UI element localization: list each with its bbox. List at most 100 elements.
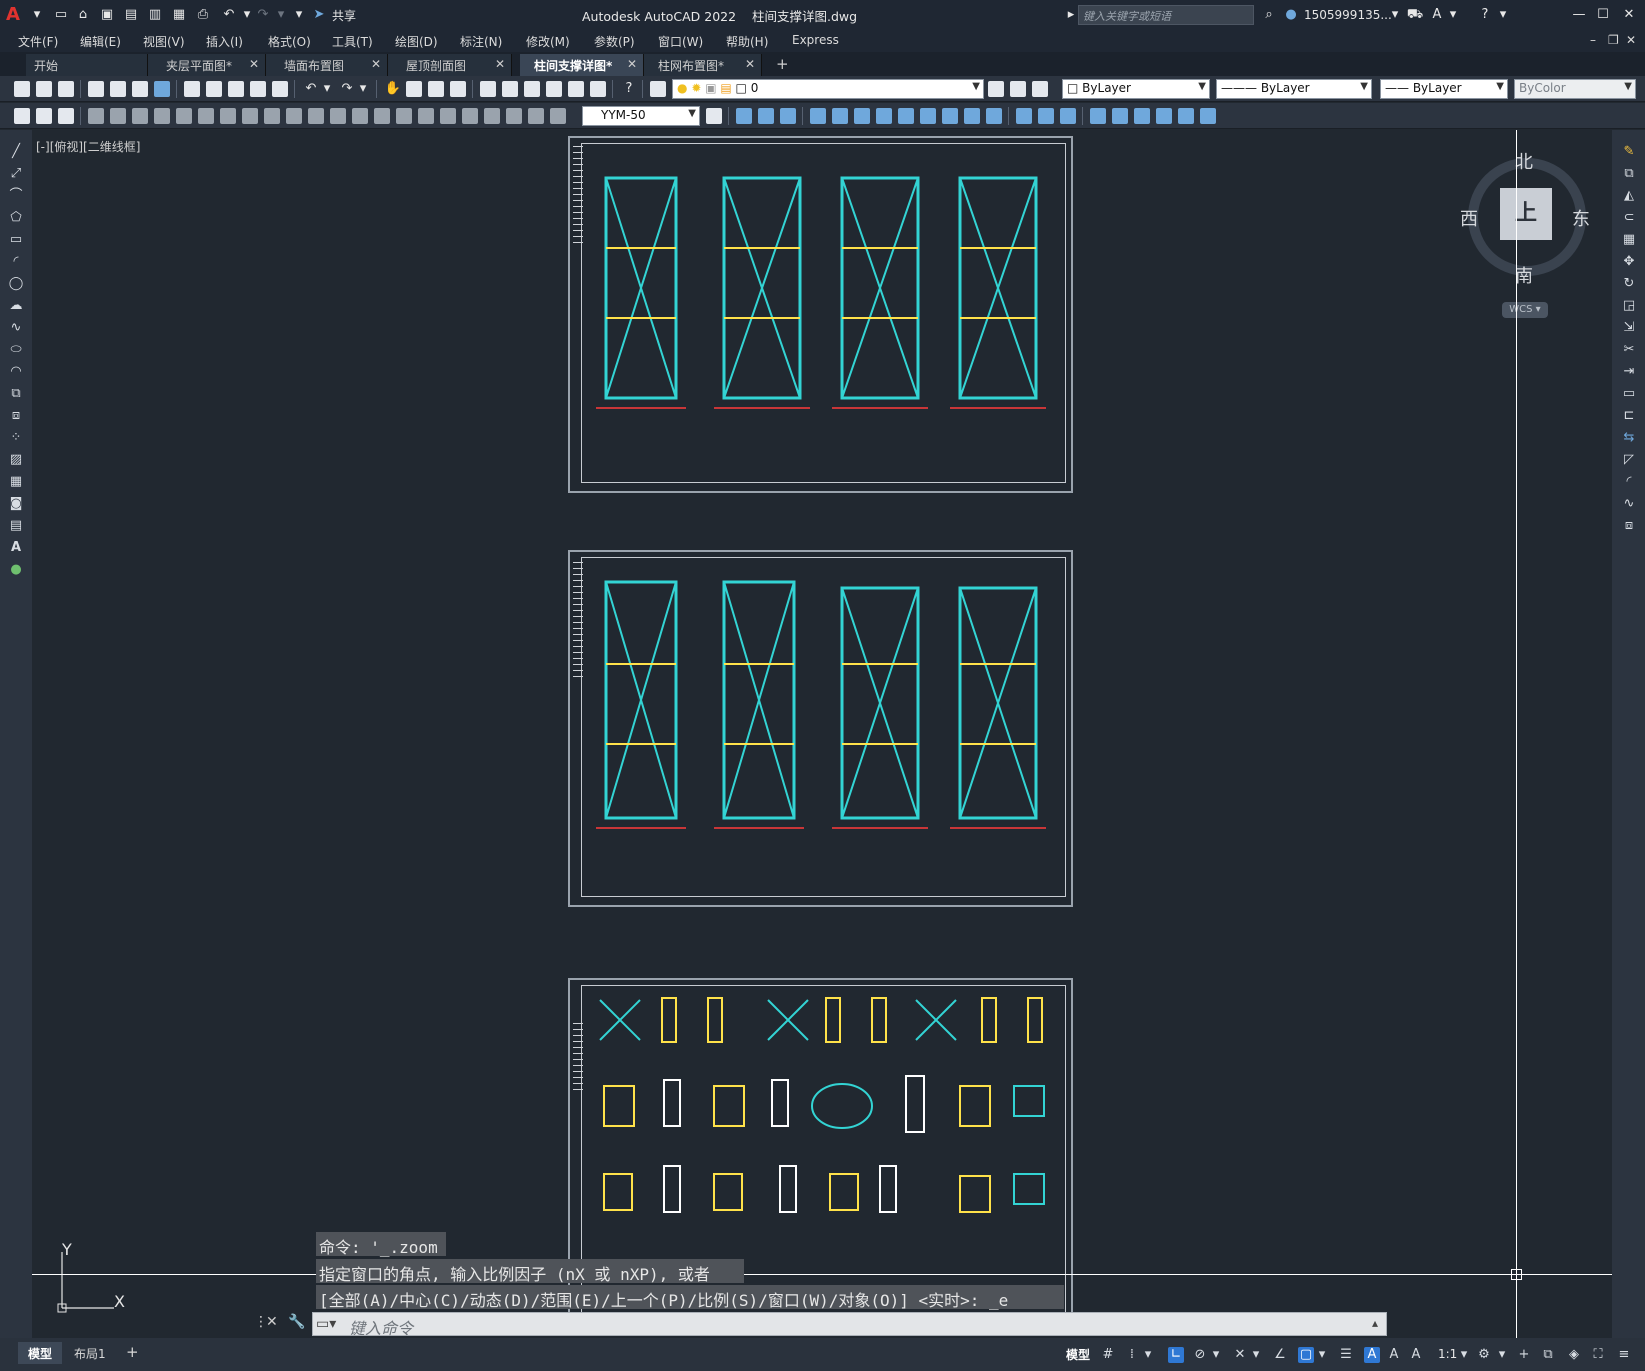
tab-wall-layout[interactable]: 墙面布置图 ✕ <box>266 54 388 76</box>
table-icon[interactable]: ▤ <box>8 518 24 534</box>
dim-text-edit-icon[interactable] <box>484 108 500 124</box>
plot-preview-icon[interactable] <box>110 81 126 97</box>
join-icon[interactable]: ⇆ <box>1621 430 1637 446</box>
array-icon[interactable]: ▦ <box>1621 232 1637 248</box>
multiline-text-icon[interactable]: A <box>8 540 24 556</box>
menu-view[interactable]: 视图(V) <box>143 33 185 49</box>
user-icon[interactable]: ● <box>1282 6 1300 24</box>
snap-icon[interactable]: ⁞ <box>1124 1347 1140 1363</box>
dim-break-icon[interactable] <box>352 108 368 124</box>
dim-ordinate-icon[interactable] <box>154 108 170 124</box>
ucs-view-icon[interactable] <box>854 108 870 124</box>
line-icon[interactable]: ╱ <box>8 144 24 160</box>
ucs-previous-icon[interactable] <box>780 108 796 124</box>
isometric-icon[interactable]: ✕ <box>1232 1347 1248 1363</box>
jogged-linear-icon[interactable] <box>440 108 456 124</box>
spline-icon[interactable]: ∿ <box>8 320 24 336</box>
dim-baseline-icon[interactable] <box>286 108 302 124</box>
app-dropdown-icon[interactable]: ▾ <box>1444 6 1462 24</box>
rectangle-icon[interactable]: ▭ <box>8 232 24 248</box>
view-bottom-icon[interactable] <box>1112 108 1128 124</box>
dim-arc-icon[interactable] <box>132 108 148 124</box>
break-at-point-icon[interactable]: ▭ <box>1621 386 1637 402</box>
menu-window[interactable]: 窗口(W) <box>658 33 703 49</box>
match-properties-icon[interactable] <box>250 81 266 97</box>
make-block-icon[interactable]: ⧈ <box>8 408 24 424</box>
hatch-icon[interactable]: ▨ <box>8 452 24 468</box>
apply-ucs-icon[interactable] <box>1038 108 1054 124</box>
design-center-icon[interactable] <box>502 81 518 97</box>
ucs-x-icon[interactable] <box>942 108 958 124</box>
ucs-world-icon[interactable] <box>758 108 774 124</box>
new-tab-icon[interactable]: + <box>776 55 789 73</box>
dim-override-icon[interactable] <box>550 108 566 124</box>
revision-cloud-icon[interactable]: ☁ <box>8 298 24 314</box>
menu-file[interactable]: 文件(F) <box>18 33 58 49</box>
dim-style-icon[interactable] <box>528 108 544 124</box>
dim-angular-icon[interactable] <box>110 108 126 124</box>
paste-icon[interactable] <box>228 81 244 97</box>
dimstyle-dropdown[interactable]: YYM-50 ▼ <box>582 106 700 126</box>
new-file-icon[interactable]: ▭ <box>52 6 70 24</box>
open-icon[interactable] <box>36 81 52 97</box>
polyline-icon[interactable]: ⌒ <box>8 188 24 204</box>
snap-dropdown-icon[interactable]: ▾ <box>1140 1347 1156 1363</box>
move-icon[interactable]: ✥ <box>1621 254 1637 270</box>
menu-modify[interactable]: 修改(M) <box>526 33 570 49</box>
user-name[interactable]: 1505999135... <box>1304 5 1392 25</box>
dim-aligned-icon[interactable] <box>58 108 74 124</box>
doc-restore-icon[interactable]: ❐ <box>1608 33 1619 49</box>
command-close-icon[interactable]: ✕ <box>266 1314 278 1330</box>
view-left-icon[interactable] <box>1134 108 1150 124</box>
menu-parametric[interactable]: 参数(P) <box>594 33 635 49</box>
annotation-scale-icon[interactable]: A <box>1408 1347 1424 1363</box>
dim-jogged-icon[interactable] <box>198 108 214 124</box>
circle-icon[interactable]: ◯ <box>8 276 24 292</box>
chamfer-icon[interactable]: ◸ <box>1621 452 1637 468</box>
fillet-icon[interactable]: ◜ <box>1621 474 1637 490</box>
offset-icon[interactable]: ⊂ <box>1621 210 1637 226</box>
menu-dimension[interactable]: 标注(N) <box>460 33 502 49</box>
3d-dwf-icon[interactable] <box>154 81 170 97</box>
publish-icon[interactable] <box>132 81 148 97</box>
dim-update-icon[interactable] <box>506 108 522 124</box>
undo-icon[interactable]: ↶ <box>220 6 238 24</box>
trim-icon[interactable]: ✂ <box>1621 342 1637 358</box>
tab-start[interactable]: 开始 <box>26 54 148 76</box>
workspace-gear-icon[interactable]: ⚙ <box>1476 1347 1492 1363</box>
dim-angle-icon[interactable] <box>242 108 258 124</box>
construction-line-icon[interactable]: ⤢ <box>8 166 24 182</box>
menu-edit[interactable]: 编辑(E) <box>80 33 121 49</box>
save-icon[interactable] <box>58 81 74 97</box>
ellipse-arc-icon[interactable]: ◠ <box>8 364 24 380</box>
command-prompt-icon[interactable]: ▭▾ <box>316 1316 336 1332</box>
plot-icon[interactable] <box>88 81 104 97</box>
maximize-icon[interactable]: ☐ <box>1594 6 1612 24</box>
dim-edit-icon[interactable] <box>462 108 478 124</box>
save-icon[interactable]: ▣ <box>98 6 116 24</box>
object-snap-icon[interactable]: ▢ <box>1298 1347 1314 1363</box>
layout-tab-model[interactable]: 模型 <box>18 1342 63 1364</box>
lineweight-icon[interactable]: ☰ <box>1338 1347 1354 1363</box>
dim-diameter-icon[interactable] <box>220 108 236 124</box>
dim-continue-icon[interactable] <box>308 108 324 124</box>
view-right-icon[interactable] <box>1156 108 1172 124</box>
doc-minimize-icon[interactable]: – <box>1590 33 1596 49</box>
ucs-object-icon[interactable] <box>832 108 848 124</box>
tab-close-icon[interactable]: ✕ <box>371 57 381 71</box>
compass-north[interactable]: 北 <box>1515 148 1533 174</box>
center-mark-icon[interactable] <box>396 108 412 124</box>
zoom-window-icon[interactable] <box>428 81 444 97</box>
rotate-icon[interactable]: ↻ <box>1621 276 1637 292</box>
cart-icon[interactable]: ⛟ <box>1406 6 1424 24</box>
tab-close-icon[interactable]: ✕ <box>249 57 259 71</box>
menu-help[interactable]: 帮助(H) <box>726 33 768 49</box>
dim-space-icon[interactable] <box>330 108 346 124</box>
tab-column-bracing-detail[interactable]: 柱间支撑详图* ✕ <box>520 54 644 76</box>
ucs-origin-icon[interactable] <box>876 108 892 124</box>
workspace-dropdown-icon[interactable]: ▾ <box>1494 1347 1510 1363</box>
tab-close-icon[interactable]: ✕ <box>495 57 505 71</box>
erase-icon[interactable]: ✎ <box>1621 144 1637 160</box>
command-input[interactable]: 键入命令 <box>312 1312 1387 1338</box>
help-icon[interactable]: ? <box>1476 6 1494 24</box>
